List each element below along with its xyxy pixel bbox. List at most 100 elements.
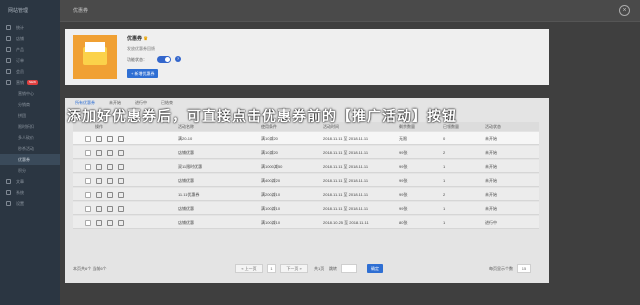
sidebar-item-label: 优惠券	[18, 156, 30, 162]
sidebar-item[interactable]: 优惠券	[0, 154, 60, 165]
cell-name: 店铺优惠	[178, 220, 194, 225]
menu-icon	[6, 201, 11, 206]
edit-icon[interactable]	[96, 220, 102, 226]
edit-icon[interactable]	[96, 164, 102, 170]
close-button[interactable]: ×	[619, 5, 630, 16]
cell-cond: 满100减10	[261, 220, 281, 225]
goto-input[interactable]	[341, 264, 357, 273]
menu-icon	[6, 190, 11, 195]
sidebar-item[interactable]: 系统	[0, 187, 60, 198]
sidebar-item[interactable]: 秒杀活动	[0, 143, 60, 154]
copy-icon[interactable]	[107, 178, 113, 184]
edit-icon[interactable]	[96, 192, 102, 198]
cell-left: 99张	[399, 192, 408, 197]
copy-icon[interactable]	[107, 192, 113, 198]
table-row: 11.11优惠券 满200减10 2018.11.11 至 2018.11.11 99…	[73, 188, 539, 201]
cell-left: 99张	[399, 206, 408, 211]
header: 优惠券 ×	[60, 0, 640, 22]
new-badge: NEW	[27, 80, 38, 85]
sidebar-item[interactable]: 营销中心	[0, 88, 60, 99]
total-pages: 共1页	[314, 266, 325, 271]
delete-icon[interactable]	[118, 150, 124, 156]
edit-icon[interactable]	[96, 178, 102, 184]
cell-cond: 满10减20	[261, 150, 278, 155]
cell-taken: 1	[443, 178, 446, 183]
promote-icon[interactable]	[85, 178, 91, 184]
cell-taken: 0	[443, 136, 446, 141]
delete-icon[interactable]	[118, 178, 124, 184]
table-row: 店铺优惠 满100减10 2018.11.11 至 2018.11.11 99张 1 未开…	[73, 202, 539, 215]
sidebar-item-label: 营销	[16, 79, 24, 85]
sidebar-item[interactable]: 产品	[0, 44, 60, 55]
cell-status: 未开始	[485, 206, 497, 211]
sidebar-item[interactable]: 分销商	[0, 99, 60, 110]
delete-icon[interactable]	[118, 220, 124, 226]
copy-icon[interactable]	[107, 164, 113, 170]
sidebar-item[interactable]: 营销 NEW	[0, 77, 60, 88]
sidebar-item[interactable]: 会员	[0, 66, 60, 77]
crown-icon: ♛	[143, 36, 148, 42]
cell-taken: 1	[443, 164, 446, 169]
delete-icon[interactable]	[118, 192, 124, 198]
per-page-select[interactable]: 15	[517, 264, 531, 273]
prev-page-button[interactable]: « 上一页	[235, 264, 263, 273]
cell-status: 进行中	[485, 220, 497, 225]
switch-label: 功能状态：	[127, 57, 147, 62]
col-status: 活动状态	[485, 124, 501, 129]
edit-icon[interactable]	[96, 206, 102, 212]
cell-status: 未开始	[485, 150, 497, 155]
next-page-button[interactable]: 下一页 »	[280, 264, 308, 273]
table-row: 店铺优惠 满400减20 2018.11.11 至 2018.11.11 99张 1 未开…	[73, 174, 539, 187]
menu-icon	[6, 58, 11, 63]
menu-icon	[6, 36, 11, 41]
delete-icon[interactable]	[118, 206, 124, 212]
app-description: 发放优惠券回馈	[127, 46, 155, 51]
cell-time: 2018.11.11 至 2018.11.11	[323, 206, 369, 211]
page-title: 优惠券	[73, 8, 89, 14]
create-coupon-button[interactable]: + 新增优惠券	[127, 69, 159, 78]
menu-icon	[6, 80, 11, 85]
sidebar-item[interactable]: 设置	[0, 198, 60, 209]
copy-icon[interactable]	[107, 220, 113, 226]
sidebar-title: 网站管理	[8, 8, 29, 14]
feature-toggle[interactable]	[157, 56, 171, 63]
copy-icon[interactable]	[107, 150, 113, 156]
edit-icon[interactable]	[96, 150, 102, 156]
sidebar-item[interactable]: 拼团	[0, 110, 60, 121]
sidebar-item[interactable]: 多人砍价	[0, 132, 60, 143]
cell-time: 2018.10.25 至 2018.11.11	[323, 220, 369, 225]
promote-icon[interactable]	[85, 206, 91, 212]
sidebar-item-label: 店铺	[16, 35, 24, 41]
cell-cond: 满200减10	[261, 192, 281, 197]
sidebar-item[interactable]: 文章	[0, 176, 60, 187]
promote-icon[interactable]	[85, 192, 91, 198]
copy-icon[interactable]	[107, 136, 113, 142]
cell-taken: 2	[443, 192, 446, 197]
help-icon[interactable]: ?	[175, 56, 181, 62]
page-number[interactable]: 1	[267, 264, 276, 273]
edit-icon[interactable]	[96, 136, 102, 142]
cell-time: 2018.11.11 至 2018.11.11	[323, 150, 369, 155]
promote-icon[interactable]	[85, 136, 91, 142]
promote-icon[interactable]	[85, 220, 91, 226]
goto-label: 跳转	[329, 266, 337, 271]
cell-taken: 2	[443, 150, 446, 155]
copy-icon[interactable]	[107, 206, 113, 212]
promote-icon[interactable]	[85, 150, 91, 156]
table-row: 店铺优惠 满10减20 2018.11.11 至 2018.11.11 99张 2 未开始	[73, 146, 539, 159]
sidebar-item-label: 分销商	[18, 101, 30, 107]
promote-icon[interactable]	[85, 164, 91, 170]
delete-icon[interactable]	[118, 164, 124, 170]
sidebar-item[interactable]: 统计	[0, 22, 60, 33]
main-content: 优惠券 ♛ 发放优惠券回馈 功能状态： ? + 新增优惠券 所有优惠券 未开始 …	[60, 22, 640, 305]
sidebar-item[interactable]: 限时折扣	[0, 121, 60, 132]
sidebar-item-label: 文章	[16, 178, 24, 184]
close-icon: ×	[622, 7, 627, 14]
sidebar-item[interactable]: 订单	[0, 55, 60, 66]
app-name: 优惠券 ♛	[127, 36, 148, 42]
sidebar-item[interactable]: 积分	[0, 165, 60, 176]
delete-icon[interactable]	[118, 136, 124, 142]
cell-cond: 满1000减50	[261, 164, 283, 169]
sidebar-item[interactable]: 店铺	[0, 33, 60, 44]
goto-button[interactable]: 确定	[367, 264, 383, 273]
